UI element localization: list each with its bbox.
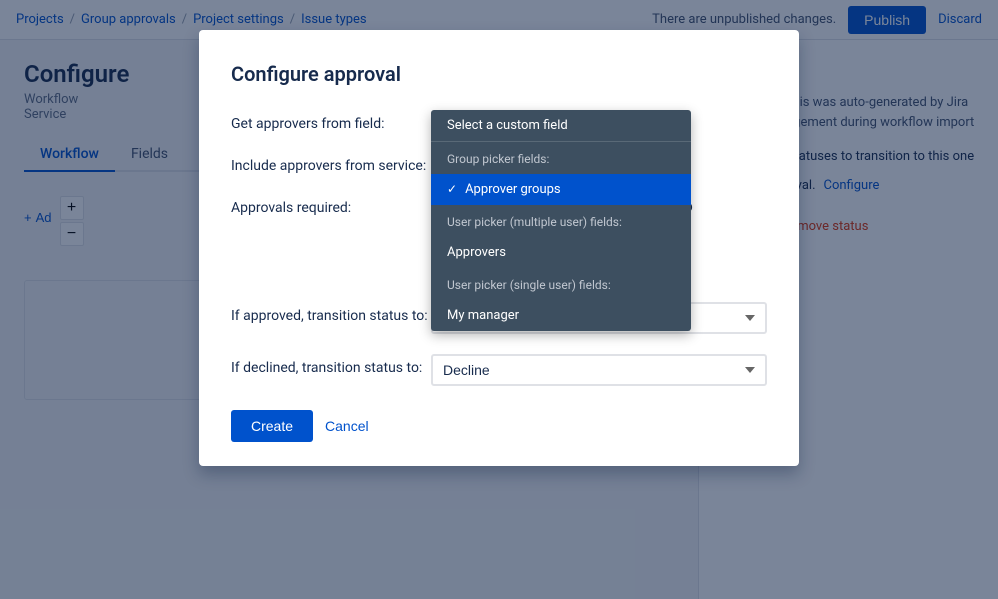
dropdown-group-picker-header: Group picker fields: <box>431 142 691 174</box>
approvals-required-label: Approvals required: <box>231 194 431 216</box>
get-approvers-row: Get approvers from field: Select a custo… <box>231 110 767 132</box>
dropdown-user-picker-single-header: User picker (single user) fields: <box>431 268 691 300</box>
modal-title: Configure approval <box>231 62 767 86</box>
if-declined-label: If declined, transition status to: <box>231 354 431 376</box>
create-button[interactable]: Create <box>231 410 313 442</box>
configure-approval-modal: Configure approval Get approvers from fi… <box>199 30 799 466</box>
dropdown-select-custom[interactable]: Select a custom field <box>431 110 691 142</box>
approvers-dropdown-menu: Select a custom field Group picker field… <box>431 110 691 331</box>
cancel-button[interactable]: Cancel <box>325 418 369 434</box>
modal-footer: Create Cancel <box>231 410 767 442</box>
checkmark-icon: ✓ <box>447 182 457 196</box>
include-service-label: Include approvers from service: <box>231 152 431 174</box>
dropdown-approver-groups[interactable]: ✓ Approver groups <box>431 174 691 205</box>
if-approved-label: If approved, transition status to: <box>231 302 431 324</box>
if-declined-control: Decline Approve <box>431 354 767 386</box>
if-declined-row: If declined, transition status to: Decli… <box>231 354 767 386</box>
dropdown-approvers[interactable]: Approvers <box>431 237 691 268</box>
dropdown-user-picker-multi-header: User picker (multiple user) fields: <box>431 205 691 237</box>
approver-groups-label: Approver groups <box>465 182 561 197</box>
modal-overlay: Configure approval Get approvers from fi… <box>0 0 998 599</box>
get-approvers-label: Get approvers from field: <box>231 110 431 132</box>
if-declined-select[interactable]: Decline Approve <box>431 354 767 386</box>
dropdown-my-manager[interactable]: My manager <box>431 300 691 331</box>
